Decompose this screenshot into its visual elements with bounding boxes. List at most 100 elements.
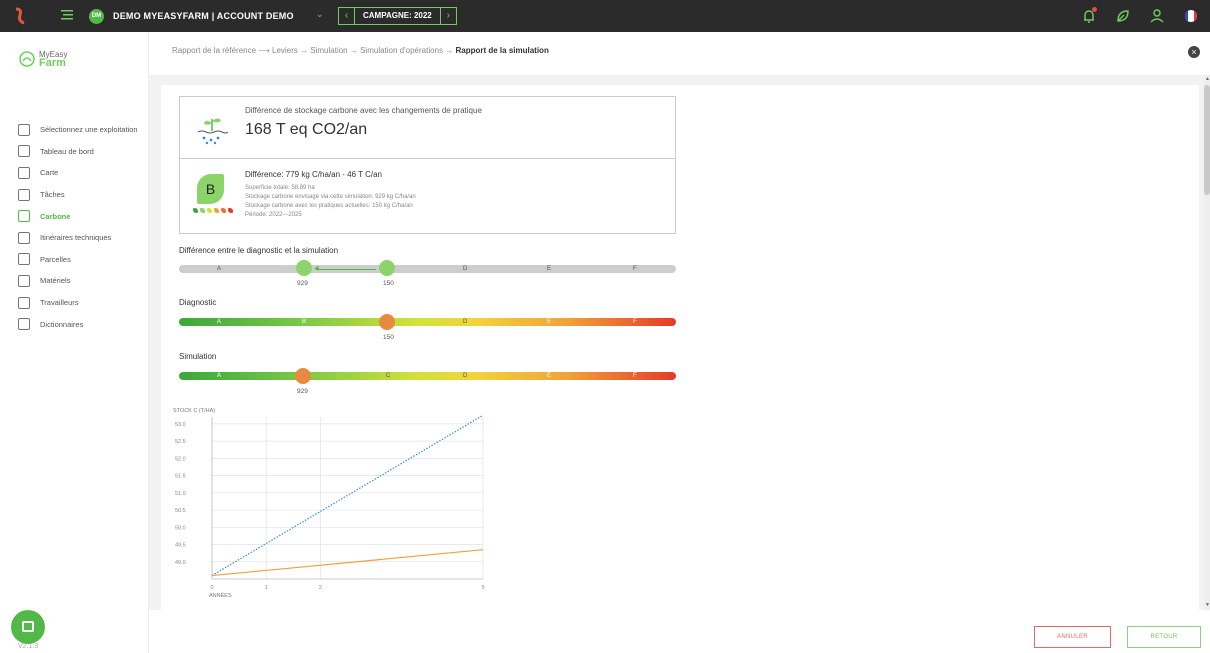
farm-select-icon [18, 123, 30, 136]
y-tick-label: 52.0 [175, 456, 186, 462]
breadcrumb-item[interactable]: Simulation [310, 46, 347, 55]
equipment-icon [18, 274, 30, 287]
diagnostic-series-line [211, 549, 484, 577]
sidebar-item-map[interactable]: Carte [18, 162, 138, 184]
menu-icon[interactable] [60, 8, 74, 22]
scroll-down-icon[interactable]: ▼ [1205, 602, 1210, 608]
simulation-value: 929 [297, 388, 308, 395]
x-tick-label: 1 [265, 585, 268, 591]
breadcrumb-separator: → [349, 46, 358, 55]
period-text: Période: 2022—2025 [245, 212, 302, 218]
sidebar-item-label: Matériels [40, 276, 71, 286]
breadcrumb-item[interactable]: Rapport de la référence [172, 46, 256, 55]
grade-leaf-icon [207, 208, 212, 213]
sidebar-item-parcels[interactable]: Parcelles [18, 249, 138, 271]
y-tick-label: 52.5 [175, 439, 186, 445]
y-tick-label: 50.0 [175, 525, 186, 531]
sidebar-item-select-farm[interactable]: Sélectionnez une exploitation [18, 119, 138, 141]
diagnostic-marker [379, 314, 395, 330]
user-icon[interactable] [1148, 7, 1166, 25]
sidebar-item-workers[interactable]: Travailleurs [18, 292, 138, 314]
sidebar-item-label: Itinéraires techniques [40, 233, 112, 243]
grade-leaf-icon [228, 208, 233, 213]
scrollbar[interactable] [1204, 75, 1210, 610]
account-name[interactable]: DEMO MYEASYFARM | ACCOUNT DEMO [113, 11, 294, 21]
grade-label: F [633, 319, 637, 325]
sidebar-item-equipment[interactable]: Matériels [18, 270, 138, 292]
campaign-prev-button[interactable]: ‹ [339, 8, 354, 24]
difference-arrow [316, 269, 376, 270]
grade-label: C [386, 373, 391, 379]
notification-dot [1092, 7, 1097, 12]
sidebar-item-itineraries[interactable]: Itinéraires techniques [18, 227, 138, 249]
y-tick-label: 49.0 [175, 560, 186, 566]
sidebar-item-label: Travailleurs [40, 298, 79, 308]
brand-icon [19, 51, 35, 67]
bell-icon[interactable] [1080, 7, 1098, 25]
y-tick-label: 51.5 [175, 474, 186, 480]
brand-logo[interactable]: MyEasy Farm [19, 50, 67, 69]
total-area-text: Superficie totale: 58.89 ha [245, 185, 315, 191]
diagnostic-value: 150 [383, 334, 394, 341]
grade-leaf-icon [214, 208, 219, 213]
grade-label: A [217, 373, 222, 379]
sidebar-item-label: Sélectionnez une exploitation [40, 125, 138, 135]
grade-label: D [463, 373, 468, 379]
sidebar-item-label: Tâches [40, 190, 65, 200]
top-bar: DM DEMO MYEASYFARM | ACCOUNT DEMO ⌄ ‹ CA… [0, 0, 1210, 32]
close-icon[interactable]: × [1188, 46, 1200, 58]
campaign-label: CAMPAGNE: 2022 [354, 8, 441, 24]
breadcrumb-current: Rapport de la simulation [455, 46, 549, 55]
chat-icon [22, 621, 34, 632]
account-avatar[interactable]: DM [89, 9, 104, 24]
cancel-button[interactable]: ANNULER [1034, 626, 1111, 648]
grade-label: D [463, 266, 468, 272]
back-button[interactable]: RETOUR [1127, 626, 1201, 648]
carbon-stock-chart: STOCK C (T/HA)53.052.552.051.551.050.550… [173, 408, 485, 599]
app-version: V2.1.3 [18, 643, 39, 650]
leaf-settings-icon[interactable] [1114, 7, 1132, 25]
grade-label: E [547, 266, 552, 272]
sidebar-item-carbon[interactable]: Carbone [18, 205, 138, 227]
simulation-marker [295, 368, 311, 384]
campaign-next-button[interactable]: › [441, 8, 456, 24]
card-divider [180, 158, 675, 159]
carbon-summary-card: Différence de stockage carbone avec les … [179, 96, 676, 234]
language-flag-icon[interactable] [1182, 7, 1200, 25]
scrollbar-thumb[interactable] [1204, 85, 1210, 195]
grade-leaf-icon [200, 208, 205, 213]
grade-leaf-icon [193, 208, 198, 213]
sidebar-item-label: Parcelles [40, 254, 71, 264]
sidebar-item-tasks[interactable]: Tâches [18, 184, 138, 206]
grade-label: E [547, 319, 552, 325]
parcels-icon [18, 253, 30, 266]
workers-icon [18, 296, 30, 309]
breadcrumb-item[interactable]: Simulation d'opérations [360, 46, 443, 55]
grade-label: F [633, 373, 637, 379]
simulation-series-line [211, 414, 484, 577]
dashboard-icon [18, 145, 30, 158]
sidebar-item-dictionaries[interactable]: Dictionnaires [18, 313, 138, 335]
x-axis-label: ANNÉES [209, 592, 232, 599]
simulation-marker [296, 260, 312, 276]
sidebar-item-label: Carte [40, 168, 59, 178]
chat-button[interactable] [11, 610, 45, 644]
grade-leaf-icon [221, 208, 226, 213]
app-logo-icon[interactable] [12, 7, 28, 25]
map-icon [18, 166, 30, 179]
grade-label: A [217, 266, 222, 272]
chevron-down-icon[interactable]: ⌄ [316, 9, 324, 20]
grade-label: F [633, 266, 637, 272]
comparison-to-value: 150 [383, 280, 394, 287]
y-tick-label: 49.5 [175, 543, 186, 549]
scroll-up-icon[interactable]: ▲ [1205, 76, 1210, 82]
comparison-from-value: 929 [297, 280, 308, 287]
breadcrumb-item[interactable]: Leviers [272, 46, 298, 55]
sidebar-item-label: Tableau de bord [40, 146, 94, 156]
sidebar-item-dashboard[interactable]: Tableau de bord [18, 141, 138, 163]
breadcrumb: Rapport de la référence ⟶ Leviers → Simu… [172, 46, 549, 55]
grade-leaf-badge: B [197, 174, 224, 204]
comparison-scale-bar [179, 265, 676, 273]
grade-label: A [217, 319, 222, 325]
simulation-label: Simulation [179, 352, 217, 361]
